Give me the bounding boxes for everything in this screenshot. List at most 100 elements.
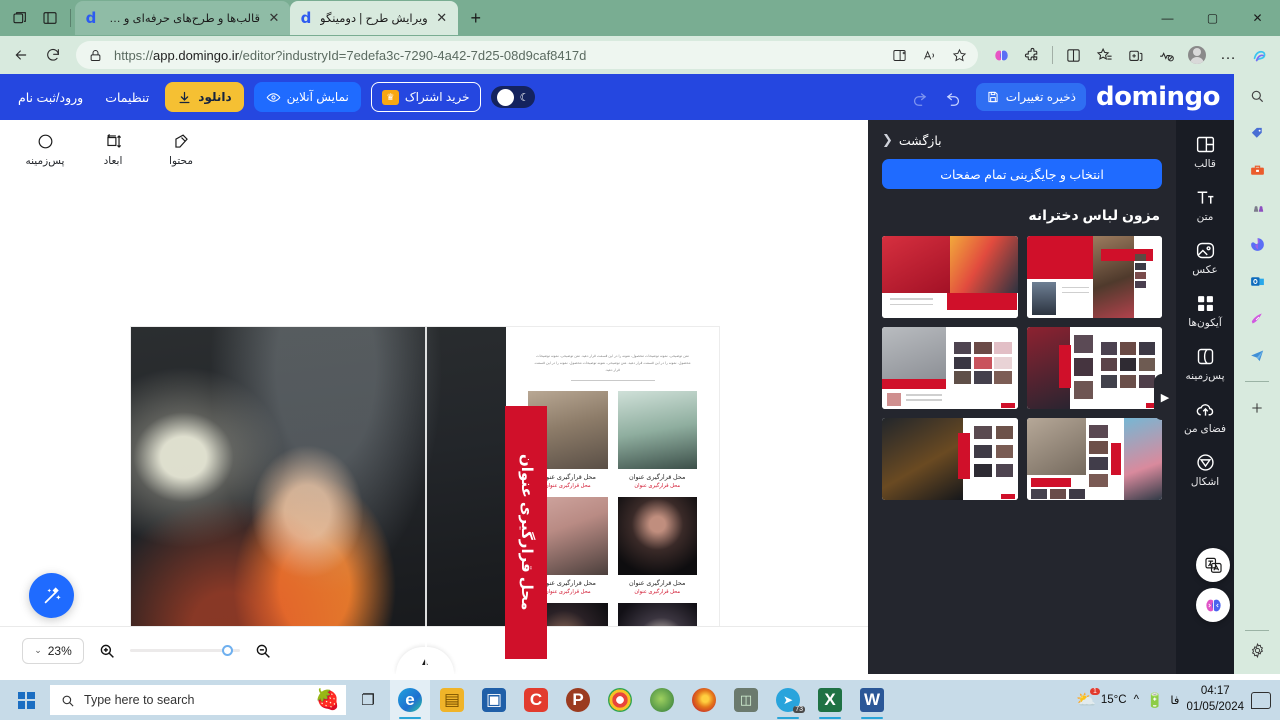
magic-tool-button[interactable]	[29, 573, 74, 618]
template-thumb-2[interactable]	[882, 236, 1018, 318]
login-register-link[interactable]: ورود/ثبت نام	[12, 90, 89, 105]
split-window-icon[interactable]	[888, 44, 910, 66]
taskbar-app-telegram[interactable]: ➤ 73	[768, 680, 808, 720]
template-thumb-6[interactable]	[882, 418, 1018, 500]
task-view-button[interactable]: ❐	[348, 680, 388, 720]
taskbar-app-explorer[interactable]: ▤	[432, 680, 472, 720]
undo-button[interactable]	[942, 85, 966, 109]
search-icon[interactable]	[1243, 82, 1271, 110]
tools-icon[interactable]	[1243, 156, 1271, 184]
taskbar-app-excel[interactable]: X	[810, 680, 850, 720]
product-cell[interactable]: محل قرارگیری عنوان محل قرارگیری عنوان	[617, 391, 697, 489]
zoom-level-select[interactable]: ⌄ 23%	[22, 637, 84, 664]
more-options-icon[interactable]: …	[1213, 40, 1243, 70]
settings-link[interactable]: تنظیمات	[99, 90, 155, 105]
collapse-panel-button[interactable]: ▶	[1154, 374, 1176, 420]
translate-button[interactable]	[1196, 548, 1230, 582]
replace-all-pages-button[interactable]: انتخاب و جایگزینی تمام صفحات	[882, 159, 1162, 189]
buy-subscription-button[interactable]: خرید اشتراک ♛	[370, 82, 481, 112]
microsoft-365-icon[interactable]	[1243, 230, 1271, 258]
read-aloud-icon[interactable]	[918, 44, 940, 66]
tool-content[interactable]: محتوا	[158, 132, 204, 167]
extensions-icon[interactable]	[1017, 40, 1047, 70]
taskbar-app-word[interactable]: W	[852, 680, 892, 720]
dark-mode-toggle[interactable]: ☾	[490, 86, 535, 108]
taskbar-app-firefox[interactable]	[684, 680, 724, 720]
template-thumb-1[interactable]	[1026, 236, 1162, 318]
taskbar-clock[interactable]: 04:17 01/05/2024	[1186, 684, 1244, 715]
zoom-slider-handle[interactable]	[222, 644, 233, 656]
rail-item-text[interactable]: متن	[1179, 187, 1231, 223]
designer-icon[interactable]	[1243, 304, 1271, 332]
product-cell[interactable]: محل قرارگیری عنوان محل قرارگیری عنوان	[617, 497, 697, 595]
download-button[interactable]: دانلود	[165, 82, 244, 112]
taskbar-app-chrome[interactable]	[600, 680, 640, 720]
save-changes-button[interactable]: ذخیره تغییرات	[975, 83, 1087, 111]
copilot-button[interactable]	[1196, 588, 1230, 622]
taskbar-app-edge[interactable]: e	[390, 680, 430, 720]
start-button[interactable]	[4, 680, 48, 720]
microsoft-edge-icon: e	[398, 688, 422, 712]
split-screen-icon[interactable]	[36, 4, 64, 32]
copilot-sidebar-icon[interactable]	[1244, 40, 1274, 70]
language-indicator[interactable]: فا	[1170, 693, 1179, 707]
page-left-photo[interactable]: محل قرارگیری عنوان	[131, 327, 547, 674]
weather-widget[interactable]: ⛅ 1 15°C	[1076, 688, 1127, 710]
browser-essentials-icon[interactable]	[1058, 40, 1088, 70]
favorite-star-icon[interactable]	[948, 44, 970, 66]
zoom-out-button[interactable]	[252, 640, 274, 662]
taskbar-app-idm[interactable]	[642, 680, 682, 720]
maximize-button[interactable]: ▢	[1190, 0, 1235, 36]
template-thumb-3[interactable]	[1026, 327, 1162, 409]
tab-search-icon[interactable]	[6, 4, 34, 32]
rail-item-my-space[interactable]: فضای من	[1179, 399, 1231, 435]
browser-tab-2[interactable]: d ویرایش طرح | دومینگو ✕	[290, 1, 458, 35]
template-thumb-5[interactable]	[1026, 418, 1162, 500]
battery-icon[interactable]: 🔋	[1146, 692, 1163, 709]
taskbar-app-vpn[interactable]: ◫	[726, 680, 766, 720]
games-icon[interactable]	[1243, 193, 1271, 221]
taskbar-app-camtasia[interactable]: C	[516, 680, 556, 720]
close-window-button[interactable]: ✕	[1235, 0, 1280, 36]
tool-background[interactable]: پس‌زمینه	[22, 132, 68, 167]
taskbar-search-box[interactable]: Type here to search 🍓	[50, 685, 346, 715]
redo-button[interactable]	[908, 85, 932, 109]
taskbar-app-pushbullet[interactable]: P	[558, 680, 598, 720]
browser-health-icon[interactable]	[1151, 40, 1181, 70]
minimize-button[interactable]: —	[1145, 0, 1190, 36]
address-bar[interactable]: https://app.domingo.ir/editor?industryId…	[76, 41, 978, 69]
rail-item-template[interactable]: قالب	[1179, 134, 1231, 170]
browser-tab-1[interactable]: d قالب‌ها و طرح‌های حرفه‌ای و رایگان ✕	[75, 1, 290, 35]
online-preview-button[interactable]: نمایش آنلاین	[253, 82, 361, 112]
vertical-title-bar[interactable]: محل قرارگیری عنوان	[505, 406, 547, 659]
reload-icon[interactable]	[38, 40, 68, 70]
tray-expand-icon[interactable]: ^	[1134, 694, 1139, 706]
shopping-tag-icon[interactable]	[1243, 119, 1271, 147]
copilot-brain-icon[interactable]	[986, 40, 1016, 70]
taskbar-app-store[interactable]: ▣	[474, 680, 514, 720]
notification-center-icon[interactable]	[1251, 691, 1271, 709]
design-stage[interactable]: محل قرارگیری عنوان متن توضیحی، نمونه توض…	[0, 182, 868, 674]
zoom-slider[interactable]	[130, 644, 240, 656]
browser-tab-1-close-icon[interactable]: ✕	[266, 10, 282, 26]
zoom-in-button[interactable]	[96, 640, 118, 662]
zoom-level-value: 23%	[47, 643, 72, 658]
tool-dimensions[interactable]: ابعاد	[90, 132, 136, 167]
panel-back-button[interactable]: بازگشت ❮	[882, 132, 1162, 148]
favorites-list-icon[interactable]	[1089, 40, 1119, 70]
browser-tab-2-close-icon[interactable]: ✕	[434, 10, 450, 26]
telegram-icon[interactable]	[1243, 341, 1271, 369]
rail-item-icons[interactable]: آیکون‌ها	[1179, 293, 1231, 329]
rail-item-image[interactable]: عکس	[1179, 240, 1231, 276]
back-icon[interactable]	[6, 40, 36, 70]
new-tab-button[interactable]: +	[462, 4, 490, 32]
outlook-icon[interactable]	[1243, 267, 1271, 295]
rail-item-shapes[interactable]: اشکال	[1179, 452, 1231, 488]
collections-icon[interactable]	[1120, 40, 1150, 70]
design-page[interactable]: محل قرارگیری عنوان متن توضیحی، نمونه توض…	[131, 327, 719, 674]
rail-item-background[interactable]: پس‌زمینه	[1179, 346, 1231, 382]
template-thumb-4[interactable]	[882, 327, 1018, 409]
profile-avatar[interactable]	[1182, 40, 1212, 70]
add-icon[interactable]	[1243, 394, 1271, 422]
settings-gear-icon[interactable]	[1243, 636, 1271, 664]
